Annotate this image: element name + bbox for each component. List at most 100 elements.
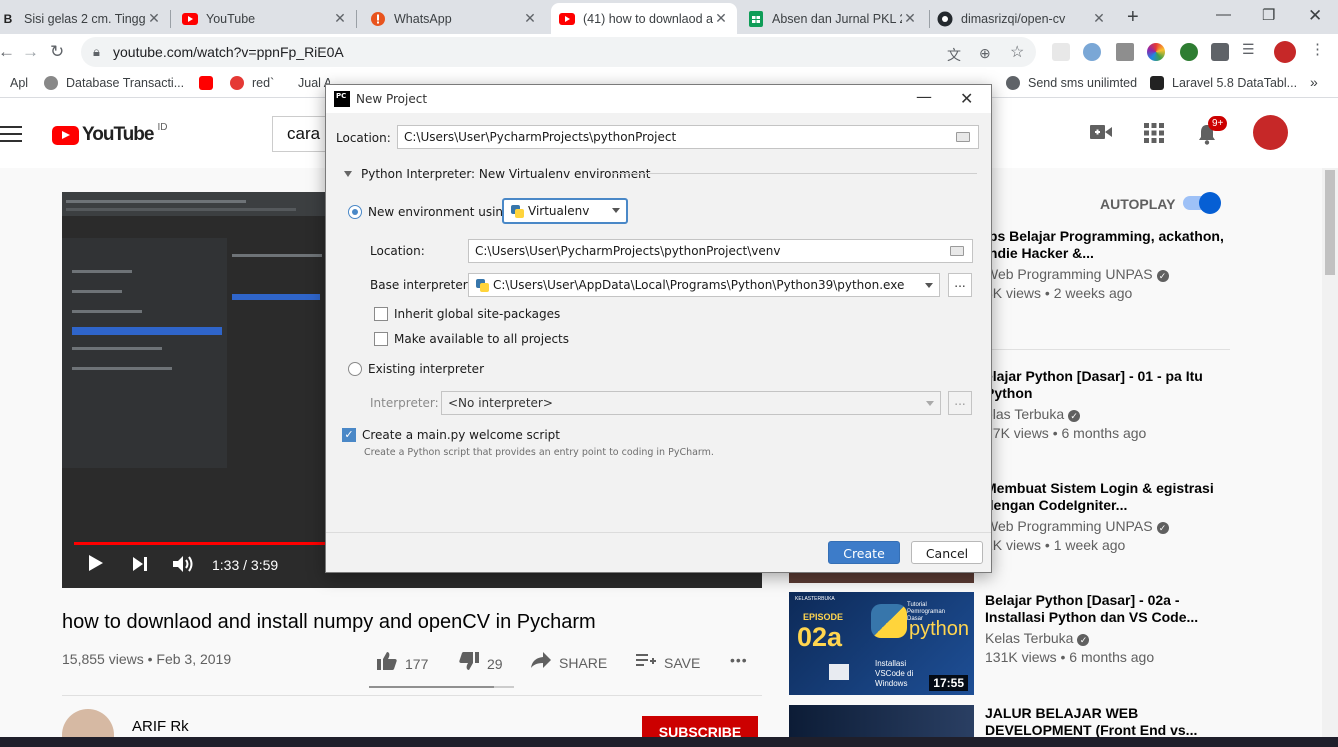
cancel-button[interactable]: Cancel bbox=[911, 541, 983, 564]
existing-interpreter-radio[interactable] bbox=[348, 362, 362, 376]
bookmark-item[interactable] bbox=[199, 76, 221, 90]
thumbnail-subtitle: Installasi VSCode di Windows bbox=[875, 659, 914, 688]
recommended-item[interactable]: Membuat Sistem Login & egistrasi dengan … bbox=[985, 480, 1225, 553]
thumbnail-episode-number: 02a bbox=[797, 622, 843, 652]
create-main-checkbox[interactable]: ✓ bbox=[342, 428, 356, 442]
address-bar[interactable]: 🔒︎ youtube.com/watch?v=ppnFp_RiE0A 文 ⊕ ☆ bbox=[81, 37, 1036, 67]
page-scrollbar[interactable] bbox=[1322, 168, 1338, 737]
make-available-label[interactable]: Make available to all projects bbox=[394, 332, 569, 346]
bookmark-item[interactable]: Jual APPLE IPHONE ... bbox=[290, 76, 330, 90]
existing-interpreter-label[interactable]: Existing interpreter bbox=[368, 362, 484, 376]
folder-icon[interactable] bbox=[950, 246, 964, 256]
generic-page-icon: B bbox=[3, 11, 13, 26]
dislike-button[interactable]: 29 bbox=[459, 652, 503, 675]
recommended-thumbnail[interactable]: KELASTERBUKA EPISODE 02a Tutorial Pemrog… bbox=[789, 592, 974, 695]
scrollbar-thumb[interactable] bbox=[1325, 170, 1335, 275]
folder-icon[interactable] bbox=[956, 132, 970, 142]
extension-icon[interactable] bbox=[1180, 43, 1198, 61]
next-icon[interactable] bbox=[132, 555, 148, 578]
inherit-global-checkbox[interactable] bbox=[374, 307, 388, 321]
tab-youtube[interactable]: YouTube ✕ bbox=[174, 3, 356, 34]
menu-icon[interactable] bbox=[0, 126, 22, 147]
browse-existing-button[interactable]: ... bbox=[948, 391, 972, 415]
close-icon[interactable]: ✕ bbox=[960, 89, 973, 108]
bookmark-item[interactable]: red` bbox=[230, 76, 274, 90]
volume-icon[interactable] bbox=[172, 554, 196, 580]
minimize-icon[interactable]: — bbox=[1216, 6, 1231, 23]
tab-sisi-gelas[interactable]: B Sisi gelas 2 cm. Tinggi g ✕ bbox=[0, 3, 170, 34]
youtube-logo[interactable]: YouTube ID bbox=[52, 122, 167, 146]
new-environment-radio[interactable] bbox=[348, 205, 362, 219]
existing-interpreter-dropdown[interactable]: <No interpreter> bbox=[441, 391, 941, 415]
make-available-checkbox[interactable] bbox=[374, 332, 388, 346]
media-queue-icon[interactable]: ☰ bbox=[1242, 41, 1260, 59]
tab-active-video[interactable]: (41) how to downlaod a ✕ bbox=[551, 3, 737, 34]
collapse-triangle-icon[interactable] bbox=[344, 171, 352, 177]
bookmark-item[interactable]: Laravel 5.8 DataTabl... bbox=[1150, 76, 1297, 90]
python-logo-icon bbox=[871, 604, 907, 638]
close-icon[interactable]: ✕ bbox=[713, 10, 729, 27]
profile-avatar[interactable] bbox=[1274, 41, 1296, 63]
translate-icon[interactable]: 文 bbox=[947, 45, 961, 65]
bookmark-star-icon[interactable]: ☆ bbox=[1010, 42, 1024, 62]
tab-github[interactable]: dimasrizqi/open-cv ✕ bbox=[929, 3, 1115, 34]
create-main-label[interactable]: Create a main.py welcome script bbox=[362, 428, 560, 442]
zoom-icon[interactable]: ⊕ bbox=[979, 45, 991, 62]
close-window-icon[interactable]: ✕ bbox=[1308, 6, 1322, 26]
project-location-field[interactable]: C:\Users\User\PycharmProjects\pythonProj… bbox=[397, 125, 979, 149]
like-button[interactable]: 177 bbox=[377, 652, 428, 675]
new-environment-label[interactable]: New environment using bbox=[368, 205, 511, 219]
recommended-item[interactable]: JALUR BELAJAR WEB DEVELOPMENT (Front End… bbox=[985, 705, 1225, 739]
new-tab-button[interactable]: + bbox=[1127, 6, 1139, 29]
search-input[interactable]: cara bbox=[272, 116, 332, 152]
environment-tool-dropdown[interactable]: Virtualenv bbox=[502, 198, 628, 224]
browser-menu-icon[interactable]: ⋮ bbox=[1310, 40, 1325, 58]
bookmarks-overflow-icon[interactable]: » bbox=[1310, 74, 1318, 90]
close-icon[interactable]: ✕ bbox=[146, 10, 162, 27]
close-icon[interactable]: ✕ bbox=[332, 10, 348, 27]
extension-icon[interactable] bbox=[1116, 43, 1134, 61]
back-icon[interactable]: ← bbox=[0, 42, 15, 62]
recommended-thumbnail[interactable] bbox=[789, 705, 974, 737]
close-icon[interactable]: ✕ bbox=[902, 10, 918, 27]
more-actions-icon[interactable]: ••• bbox=[730, 652, 748, 668]
base-interpreter-dropdown[interactable]: C:\Users\User\AppData\Local\Programs\Pyt… bbox=[468, 273, 940, 297]
close-icon[interactable]: ✕ bbox=[1091, 10, 1107, 27]
bookmark-item[interactable]: Database Transacti... bbox=[44, 76, 184, 90]
recommended-title: Membuat Sistem Login & egistrasi dengan … bbox=[985, 480, 1214, 513]
save-button[interactable]: SAVE bbox=[636, 652, 700, 673]
youtube-icon bbox=[199, 76, 213, 90]
extension-icon[interactable] bbox=[1083, 43, 1101, 61]
recommended-item[interactable]: Belajar Python [Dasar] - 02a - Installas… bbox=[985, 592, 1225, 665]
tab-whatsapp[interactable]: WhatsApp ✕ bbox=[362, 3, 546, 34]
restore-icon[interactable]: ❐ bbox=[1262, 6, 1275, 24]
bookmark-apps[interactable]: Apl bbox=[10, 76, 28, 90]
reload-icon[interactable]: ↻ bbox=[50, 42, 64, 62]
extension-icon[interactable] bbox=[1052, 43, 1070, 61]
close-icon[interactable]: ✕ bbox=[522, 10, 538, 27]
bookmark-item[interactable]: Send sms unilimted bbox=[1006, 76, 1137, 90]
interpreter-section-title[interactable]: Python Interpreter: New Virtualenv envir… bbox=[361, 167, 650, 181]
color-picker-extension-icon[interactable] bbox=[1147, 43, 1165, 61]
apps-grid-icon[interactable] bbox=[1144, 123, 1164, 149]
recommended-item[interactable]: ips Belajar Programming, ackathon, Indie… bbox=[985, 228, 1225, 301]
create-video-icon[interactable] bbox=[1090, 123, 1112, 146]
extensions-puzzle-icon[interactable] bbox=[1211, 43, 1229, 61]
user-avatar[interactable] bbox=[1253, 115, 1288, 150]
venv-location-field[interactable]: C:\Users\User\PycharmProjects\pythonProj… bbox=[468, 239, 973, 263]
forward-icon[interactable]: → bbox=[22, 42, 39, 62]
autoplay-toggle[interactable] bbox=[1183, 192, 1221, 214]
windows-taskbar bbox=[0, 737, 1338, 747]
tab-absen-pkl[interactable]: Absen dan Jurnal PKL 2 ✕ bbox=[740, 3, 926, 34]
recommended-channel: Web Programming UNPAS bbox=[985, 518, 1153, 534]
play-icon[interactable] bbox=[88, 554, 104, 578]
channel-name[interactable]: ARIF Rk bbox=[132, 718, 189, 735]
browse-interpreter-button[interactable]: ... bbox=[948, 273, 972, 297]
share-button[interactable]: SHARE bbox=[531, 652, 607, 673]
minimize-icon[interactable]: — bbox=[916, 87, 932, 106]
inherit-global-label[interactable]: Inherit global site-packages bbox=[394, 307, 560, 321]
sheets-icon bbox=[748, 10, 764, 27]
create-button[interactable]: Create bbox=[828, 541, 900, 564]
recommended-item[interactable]: elajar Python [Dasar] - 01 - pa Itu Pyth… bbox=[985, 368, 1225, 441]
notification-count-badge: 9+ bbox=[1208, 116, 1228, 131]
